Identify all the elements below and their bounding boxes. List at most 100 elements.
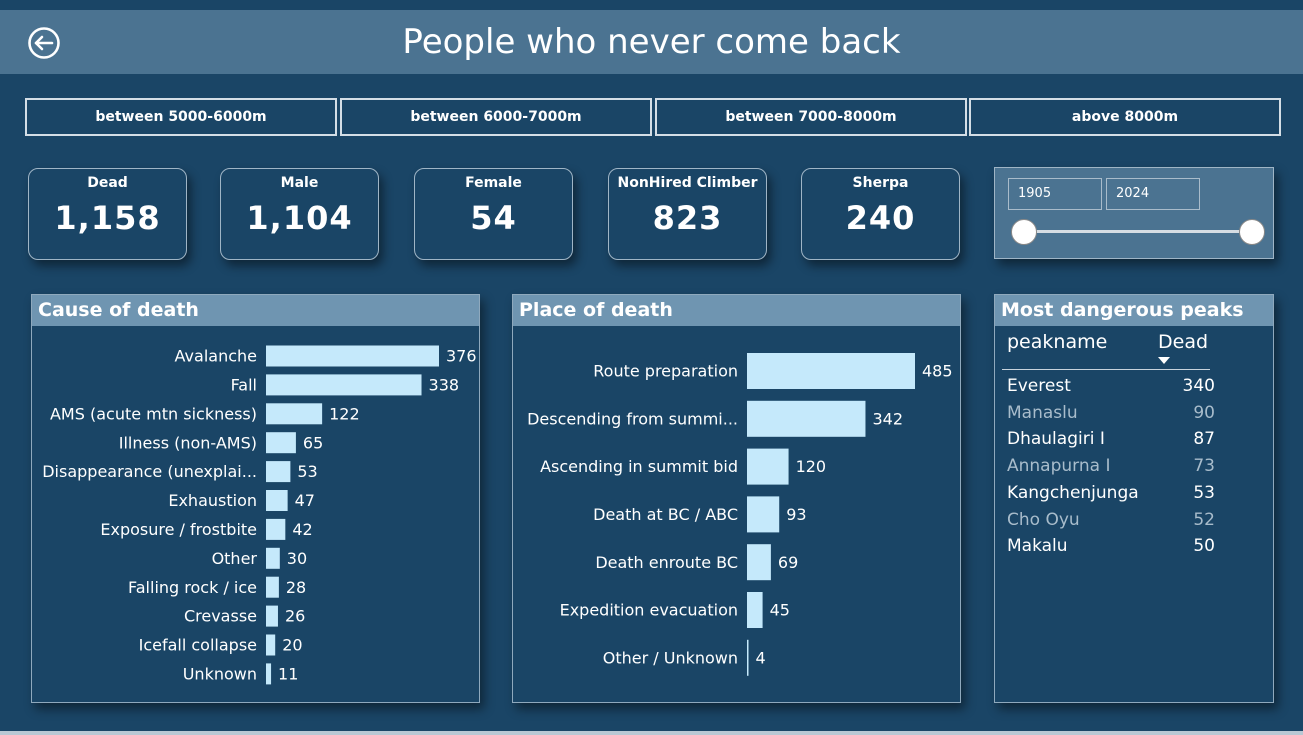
data-label: 376 bbox=[446, 347, 477, 366]
peak-name: Makalu bbox=[1007, 536, 1068, 557]
kpi-value: 240 bbox=[845, 199, 916, 237]
altitude-5000-6000-button[interactable]: between 5000-6000m bbox=[25, 98, 337, 136]
kpi-label: NonHired Climber bbox=[617, 175, 758, 191]
data-label: 342 bbox=[872, 409, 903, 428]
table-row[interactable]: Everest 340 bbox=[995, 374, 1215, 400]
bar[interactable] bbox=[266, 345, 439, 367]
peak-name: Manaslu bbox=[1007, 402, 1078, 423]
bar[interactable] bbox=[266, 663, 272, 685]
bar[interactable] bbox=[266, 403, 323, 425]
place-of-death-panel: Place of death Route preparation 485 Desce… bbox=[512, 294, 961, 703]
back-arrow-icon[interactable] bbox=[27, 26, 61, 60]
peak-name: Dhaulagiri I bbox=[1007, 429, 1105, 450]
bar[interactable] bbox=[747, 544, 771, 581]
dead-count: 53 bbox=[1193, 482, 1215, 503]
data-label: 4 bbox=[756, 648, 766, 667]
bar[interactable] bbox=[266, 576, 279, 598]
kpi-card-sherpa: Sherpa 240 bbox=[801, 168, 960, 260]
category-label: Death enroute BC bbox=[595, 553, 738, 572]
bar[interactable] bbox=[266, 432, 296, 454]
kpi-label: Male bbox=[280, 175, 319, 191]
data-label: 122 bbox=[329, 404, 360, 423]
peak-name: Cho Oyu bbox=[1007, 509, 1080, 530]
bar[interactable] bbox=[266, 490, 288, 511]
category-label: Icefall collapse bbox=[139, 636, 257, 655]
data-label: 20 bbox=[282, 636, 302, 655]
dead-count: 50 bbox=[1193, 536, 1215, 557]
data-label: 65 bbox=[303, 433, 323, 452]
kpi-label: Female bbox=[465, 175, 522, 191]
table-row[interactable]: Cho Oyu 52 bbox=[995, 508, 1215, 534]
sort-descending-icon[interactable] bbox=[1158, 357, 1170, 364]
bar[interactable] bbox=[266, 605, 278, 627]
slider-end-handle[interactable] bbox=[1239, 219, 1265, 245]
bar[interactable] bbox=[747, 400, 866, 437]
data-label: 26 bbox=[285, 607, 305, 626]
category-label: Disappearance (unexplai... bbox=[42, 462, 257, 481]
dead-count: 87 bbox=[1193, 429, 1215, 450]
table-row[interactable]: Dhaulagiri I 87 bbox=[995, 427, 1215, 453]
peak-name: Annapurna I bbox=[1007, 456, 1111, 477]
bar[interactable] bbox=[266, 461, 291, 483]
data-label: 69 bbox=[778, 553, 798, 572]
panel-title: Most dangerous peaks bbox=[995, 295, 1273, 326]
category-label: Illness (non-AMS) bbox=[119, 433, 257, 452]
panel-title: Cause of death bbox=[32, 295, 479, 326]
cause-of-death-panel: Cause of death Avalanche 376 Fall 338 AMS (a… bbox=[31, 294, 480, 703]
altitude-7000-8000-button[interactable]: between 7000-8000m bbox=[655, 98, 967, 136]
bar[interactable] bbox=[747, 592, 763, 628]
place-of-death-chart: Route preparation 485 Descending from summ… bbox=[527, 353, 953, 676]
bar[interactable] bbox=[747, 496, 780, 533]
kpi-card-nonhired-climber: NonHired Climber 823 bbox=[608, 168, 767, 260]
category-label: AMS (acute mtn sickness) bbox=[50, 404, 257, 423]
column-header-dead[interactable]: Dead bbox=[1158, 331, 1208, 353]
kpi-value: 1,104 bbox=[246, 199, 353, 237]
dead-count: 52 bbox=[1193, 509, 1215, 530]
category-label: Crevasse bbox=[184, 607, 257, 626]
slider-track[interactable] bbox=[1023, 230, 1253, 233]
table-row[interactable]: Annapurna I 73 bbox=[995, 454, 1215, 480]
bar[interactable] bbox=[747, 639, 749, 676]
bar[interactable] bbox=[266, 518, 286, 540]
kpi-card-female: Female 54 bbox=[414, 168, 573, 260]
bar[interactable] bbox=[266, 374, 422, 396]
slider-start-handle[interactable] bbox=[1011, 219, 1037, 245]
kpi-value: 1,158 bbox=[54, 199, 161, 237]
year-range-slicer: 1905 2024 bbox=[994, 167, 1274, 259]
table-row[interactable]: Manaslu 90 bbox=[995, 401, 1215, 427]
category-label: Route preparation bbox=[593, 362, 738, 381]
table-row[interactable]: Makalu 50 bbox=[995, 534, 1215, 560]
table-row[interactable]: Kangchenjunga 53 bbox=[995, 481, 1215, 507]
dead-count: 340 bbox=[1182, 376, 1215, 396]
header-bar: People who never come back bbox=[0, 10, 1303, 74]
data-label: 53 bbox=[297, 462, 317, 481]
dangerous-peaks-panel: Most dangerous peaks peakname Dead Evere… bbox=[994, 294, 1274, 703]
dead-count: 90 bbox=[1193, 402, 1215, 423]
data-label: 42 bbox=[292, 520, 312, 539]
category-label: Descending from summi... bbox=[527, 409, 738, 428]
kpi-card-dead: Dead 1,158 bbox=[28, 168, 187, 260]
bar[interactable] bbox=[266, 634, 276, 656]
category-label: Fall bbox=[231, 376, 257, 395]
data-label: 338 bbox=[429, 376, 460, 395]
year-start-input[interactable]: 1905 bbox=[1008, 178, 1102, 210]
page-title: People who never come back bbox=[402, 22, 901, 62]
bottom-border bbox=[0, 731, 1303, 735]
bar[interactable] bbox=[747, 353, 915, 389]
altitude-above-8000-button[interactable]: above 8000m bbox=[969, 98, 1281, 136]
bar[interactable] bbox=[266, 547, 280, 569]
category-label: Other bbox=[212, 549, 258, 568]
category-label: Expedition evacuation bbox=[560, 601, 738, 620]
altitude-6000-7000-button[interactable]: between 6000-7000m bbox=[340, 98, 652, 136]
category-label: Death at BC / ABC bbox=[593, 505, 738, 524]
column-header-peakname[interactable]: peakname bbox=[1007, 331, 1107, 353]
kpi-value: 823 bbox=[652, 199, 723, 237]
data-label: 28 bbox=[286, 578, 306, 597]
data-label: 485 bbox=[922, 362, 953, 381]
category-label: Ascending in summit bid bbox=[540, 457, 738, 476]
bar[interactable] bbox=[747, 448, 789, 485]
year-end-input[interactable]: 2024 bbox=[1106, 178, 1200, 210]
data-label: 93 bbox=[786, 505, 806, 524]
kpi-label: Dead bbox=[87, 175, 128, 191]
category-label: Other / Unknown bbox=[603, 648, 738, 667]
